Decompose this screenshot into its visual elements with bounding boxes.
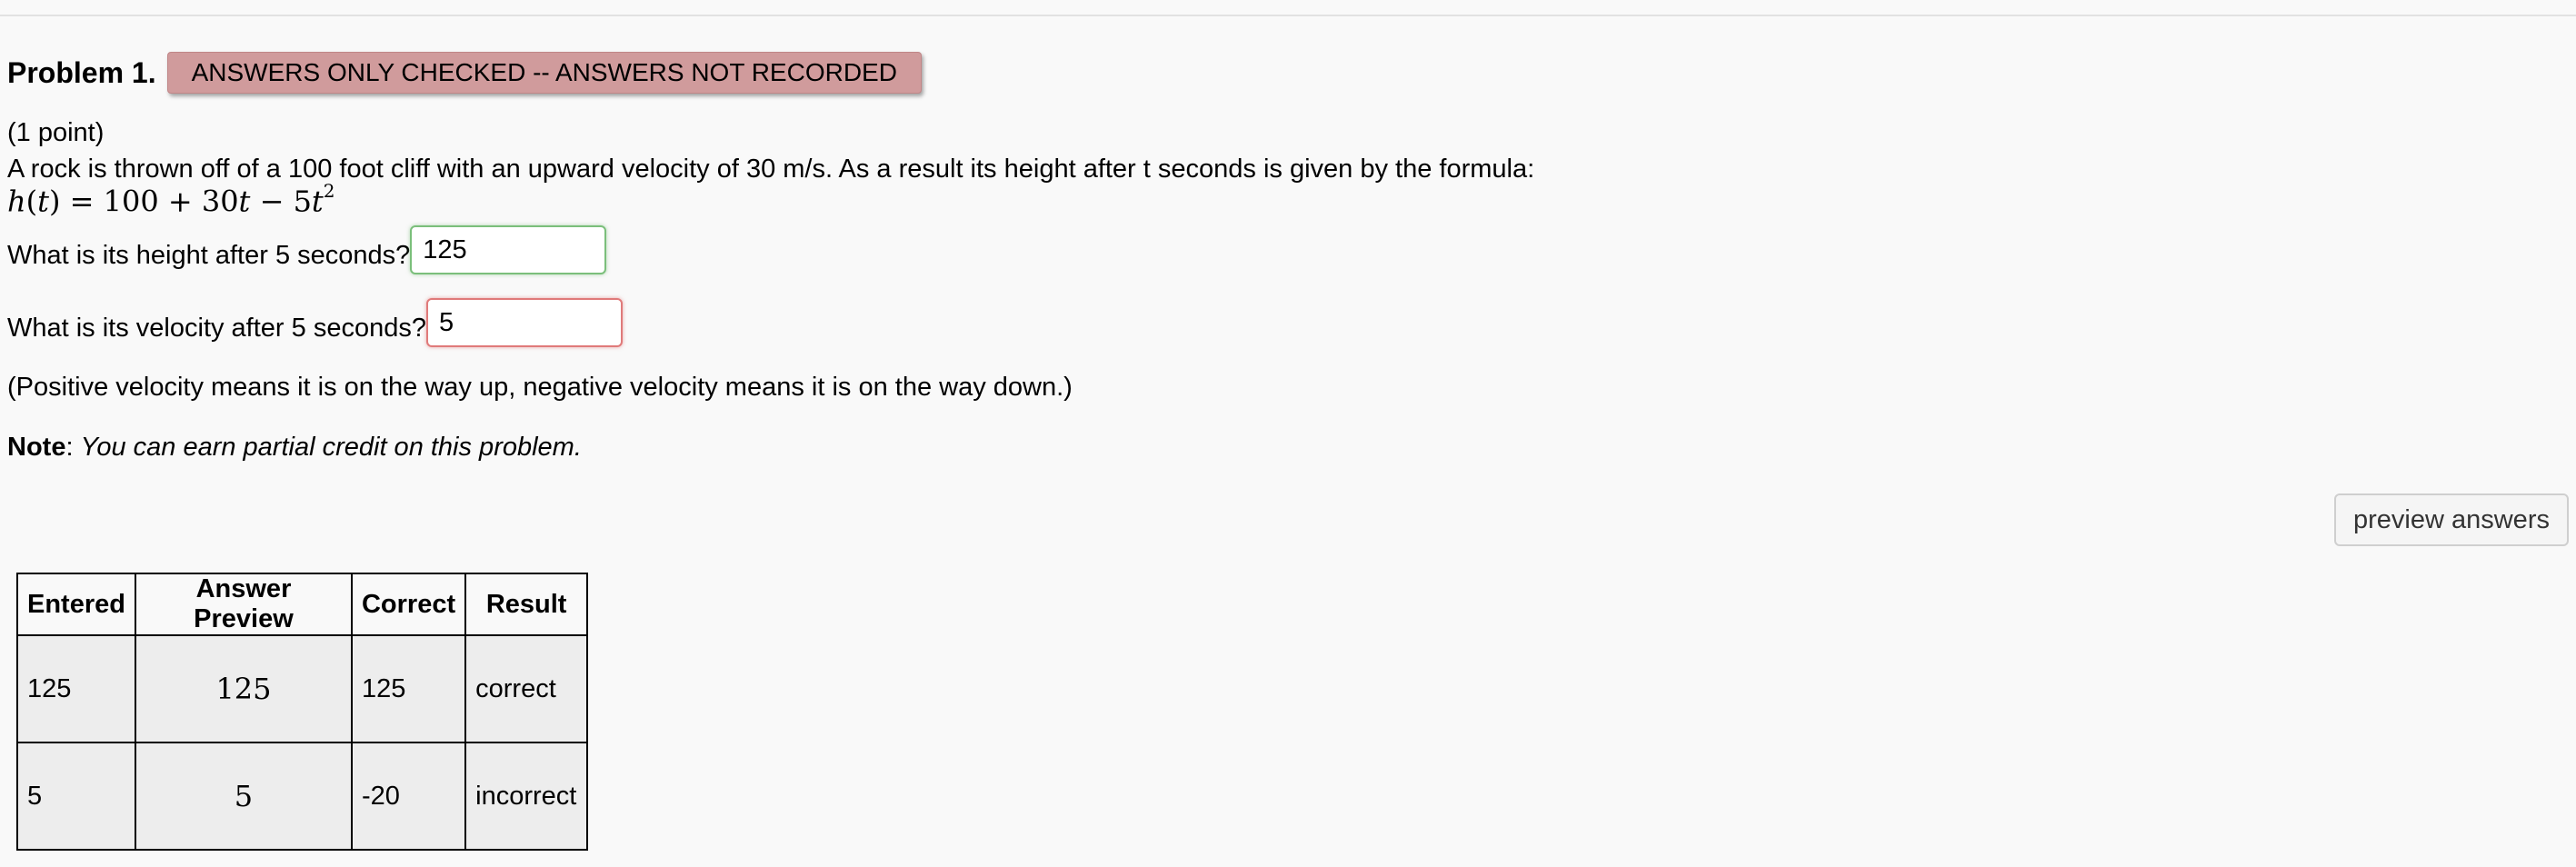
formula-term-b: − 5 (250, 184, 312, 219)
note-text: You can earn partial credit on this prob… (80, 433, 582, 462)
height-formula: h(t) = 100 + 30t − 5t2 (7, 180, 335, 219)
question-velocity-label: What is its velocity after 5 seconds? (7, 313, 426, 343)
result-cell: correct (464, 634, 589, 743)
correct-cell: 125 (350, 634, 467, 743)
formula-exponent: 2 (323, 180, 335, 202)
result-cell: incorrect (464, 742, 589, 851)
correct-cell: -20 (350, 742, 467, 851)
formula-term-t1: t (238, 184, 251, 219)
header-result: Result (464, 573, 589, 636)
velocity-answer-input[interactable] (425, 298, 623, 347)
answer-preview-cell: 125 (134, 634, 353, 743)
results-header-row: Entered Answer Preview Correct Result (16, 573, 589, 636)
formula-term-t2: t (311, 184, 324, 219)
top-divider (0, 15, 2576, 16)
status-badge: ANSWERS ONLY CHECKED -- ANSWERS NOT RECO… (166, 52, 922, 94)
question-height: What is its height after 5 seconds? (7, 225, 607, 274)
entered-cell: 125 (16, 634, 136, 743)
note-label: Note (7, 433, 66, 462)
problem-header: Problem 1. ANSWERS ONLY CHECKED -- ANSWE… (7, 51, 922, 95)
problem-title: Problem 1. (7, 55, 156, 89)
formula-variable: t (37, 184, 49, 219)
results-table: Entered Answer Preview Correct Result 12… (16, 573, 589, 851)
problem-statement: A rock is thrown off of a 100 foot cliff… (7, 154, 1535, 184)
formula-term-a: 100 + 30 (103, 184, 239, 219)
point-value: (1 point) (7, 118, 105, 147)
header-correct: Correct (350, 573, 467, 636)
question-velocity: What is its velocity after 5 seconds? (7, 298, 623, 347)
table-row: 5 5 -20 incorrect (16, 742, 589, 851)
formula-function: h (7, 184, 26, 219)
header-entered: Entered (16, 573, 136, 636)
partial-credit-note: Note: You can earn partial credit on thi… (7, 433, 582, 463)
preview-answers-button[interactable]: preview answers (2334, 493, 2569, 546)
header-answer-preview: Answer Preview (134, 573, 353, 636)
height-answer-input[interactable] (410, 225, 607, 274)
entered-cell: 5 (16, 742, 136, 851)
note-separator: : (65, 433, 81, 462)
velocity-clarification: (Positive velocity means it is on the wa… (7, 373, 1073, 402)
answer-preview-cell: 5 (134, 742, 353, 851)
question-height-label: What is its height after 5 seconds? (7, 240, 411, 270)
table-row: 125 125 125 correct (16, 634, 589, 743)
